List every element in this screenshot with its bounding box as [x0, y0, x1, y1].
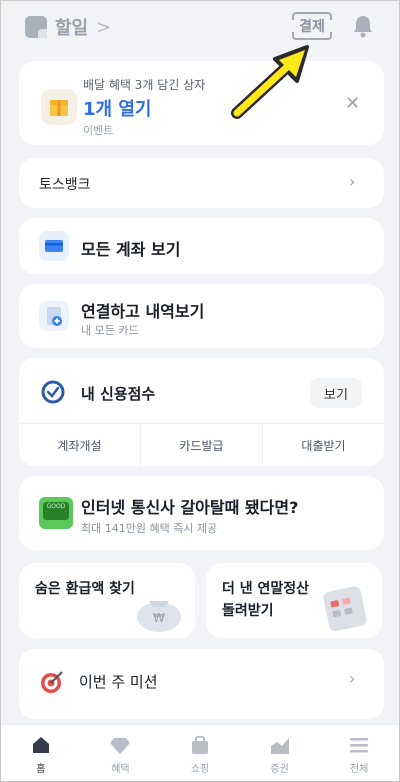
connect-label: 연결하고 내역보기 [81, 302, 205, 321]
view-credit-button[interactable]: 보기 [310, 378, 362, 408]
nav-shopping[interactable]: 쇼핑 [160, 725, 240, 781]
telecom-label: 인터넷 통신사 갈아탈때 됐다면? [81, 498, 299, 517]
open-box-link[interactable]: 1개 열기 [83, 95, 151, 121]
refund-label: 숨은 환급액 찾기 [35, 581, 135, 597]
chevron-right-icon: › [349, 669, 356, 688]
event-subtitle: 배달 혜택 3개 담긴 상자 [83, 78, 206, 92]
nav-benefits-label: 혜택 [111, 764, 130, 775]
credit-score-label: 내 신용점수 [81, 385, 156, 403]
all-accounts-row[interactable]: 모든 계좌 보기 [19, 218, 384, 274]
chevron-right-icon: > [96, 16, 112, 38]
close-icon[interactable]: ✕ [345, 93, 360, 114]
quick-actions: 계좌개설 카드발급 대출받기 [19, 423, 384, 466]
get-loan-button[interactable]: 대출받기 [263, 424, 384, 466]
credit-score-card: 내 신용점수 보기 계좌개설 카드발급 대출받기 [19, 358, 384, 466]
calculator-icon [323, 586, 367, 632]
shopping-bag-icon [191, 735, 208, 754]
event-card[interactable]: 배달 혜택 3개 담긴 상자 1개 열기 이벤트 ✕ [19, 61, 384, 145]
target-icon [41, 671, 63, 693]
nav-all[interactable]: 전체 [319, 725, 399, 781]
note-icon [25, 16, 47, 38]
todo-title: 할일 [55, 18, 89, 39]
mission-label: 이번 주 미션 [79, 673, 158, 691]
bottom-navigation: 홈 혜택 쇼핑 증권 전체 [1, 724, 399, 781]
weekly-mission-row[interactable]: 이번 주 미션 › [19, 649, 384, 719]
add-card-icon [39, 301, 69, 331]
nav-stocks-label: 증권 [270, 764, 289, 775]
event-tag: 이벤트 [83, 124, 114, 137]
open-account-button[interactable]: 계좌개설 [19, 424, 141, 466]
toss-bank-label: 토스뱅크 [39, 177, 91, 193]
nav-shopping-label: 쇼핑 [190, 764, 210, 775]
nav-stocks[interactable]: 증권 [240, 725, 320, 781]
refund-card[interactable]: 숨은 환급액 찾기 ₩ [19, 563, 195, 638]
gem-icon [110, 738, 131, 754]
pay-label: 결제 [299, 19, 325, 35]
top-header: 할일 > 결제 [1, 1, 399, 57]
chart-icon [270, 738, 289, 754]
home-icon [32, 737, 49, 753]
connect-sub: 내 모든 카드 [81, 324, 139, 337]
tax-refund-label: 더 낸 연말정산 돌려받기 [222, 581, 310, 619]
svg-text:₩: ₩ [153, 611, 165, 625]
nav-home-label: 홈 [36, 764, 46, 775]
menu-icon [350, 738, 369, 753]
all-accounts-label: 모든 계좌 보기 [81, 240, 181, 259]
bell-icon[interactable] [352, 14, 374, 38]
app-screen: 할일 > 결제 배달 혜택 3개 담긴 상자 1개 열기 이벤트 ✕ 토스뱅크 … [0, 0, 400, 782]
credit-card-icon [39, 231, 69, 261]
todo-link[interactable]: 할일 > [25, 14, 111, 40]
nav-all-label: 전체 [349, 764, 369, 775]
gift-box-icon [41, 89, 77, 125]
toss-bank-row[interactable]: 토스뱅크 › [19, 158, 384, 208]
tax-refund-card[interactable]: 더 낸 연말정산 돌려받기 [206, 563, 382, 638]
issue-card-button[interactable]: 카드발급 [141, 424, 263, 466]
tv-icon [39, 497, 73, 529]
gauge-icon [41, 380, 65, 404]
connect-cards-row[interactable]: 연결하고 내역보기 내 모든 카드 [19, 284, 384, 348]
chevron-right-icon: › [349, 172, 356, 191]
money-bag-icon: ₩ [137, 601, 181, 632]
annotation-arrow-icon [231, 45, 309, 119]
telecom-card[interactable]: 인터넷 통신사 갈아탈때 됐다면? 최대 141만원 혜택 즉시 제공 [19, 476, 384, 550]
nav-home[interactable]: 홈 [1, 725, 81, 781]
nav-benefits[interactable]: 혜택 [81, 725, 161, 781]
pay-scan-button[interactable]: 결제 [291, 12, 333, 40]
telecom-sub: 최대 141만원 혜택 즉시 제공 [81, 522, 218, 535]
